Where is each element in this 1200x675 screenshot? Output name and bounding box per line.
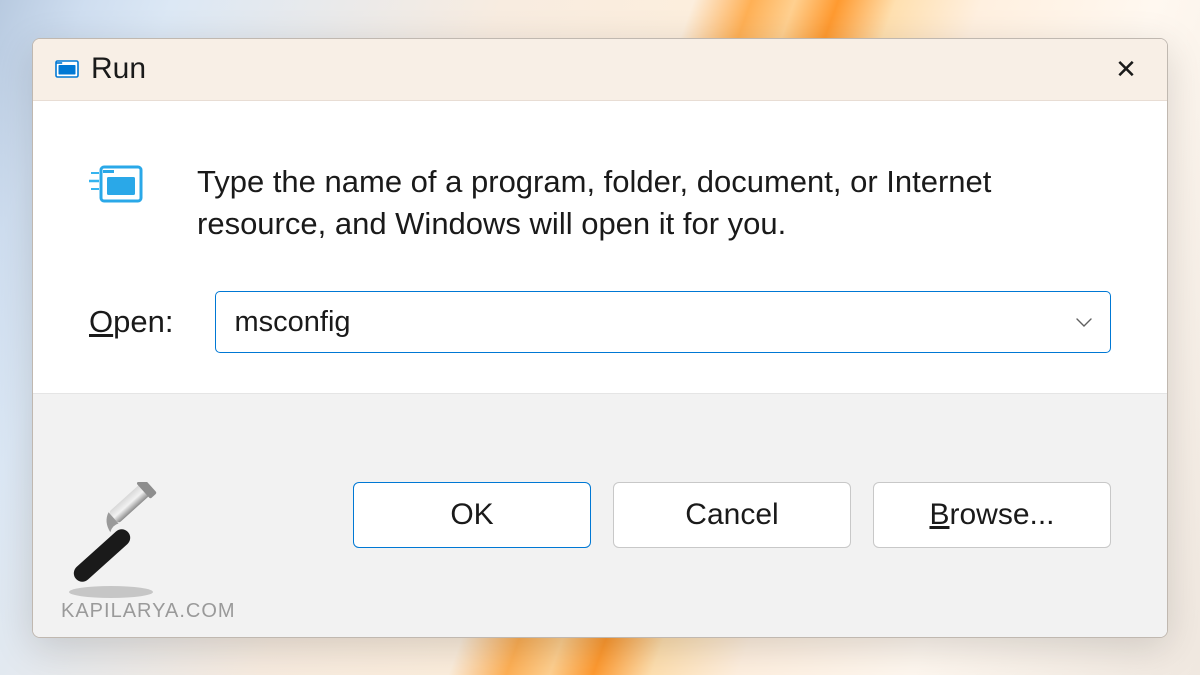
titlebar[interactable]: Run ✕ — [33, 39, 1167, 101]
description-text: Type the name of a program, folder, docu… — [197, 161, 1111, 247]
run-dialog: Run ✕ Type the name of a program, folder… — [32, 38, 1168, 638]
open-label: Open: — [89, 304, 173, 340]
open-input[interactable] — [234, 306, 1068, 339]
watermark-text: KAPILARYA.COM — [61, 600, 236, 623]
hammer-icon — [61, 482, 181, 600]
ok-button-label: OK — [450, 498, 493, 532]
ok-button[interactable]: OK — [353, 482, 591, 548]
titlebar-title: Run — [91, 52, 1103, 86]
browse-button[interactable]: Browse... — [873, 482, 1111, 548]
close-button[interactable]: ✕ — [1103, 46, 1149, 92]
cancel-button[interactable]: Cancel — [613, 482, 851, 548]
dialog-content: Type the name of a program, folder, docu… — [33, 101, 1167, 394]
open-combobox[interactable] — [215, 291, 1111, 353]
chevron-down-icon[interactable] — [1076, 312, 1092, 333]
cancel-button-label: Cancel — [685, 498, 778, 532]
watermark: KAPILARYA.COM — [61, 482, 236, 623]
open-input-row: Open: — [89, 291, 1111, 353]
browse-button-label: Browse... — [929, 498, 1054, 532]
run-icon — [55, 57, 79, 81]
description-row: Type the name of a program, folder, docu… — [89, 161, 1111, 247]
close-icon: ✕ — [1115, 56, 1137, 82]
run-dialog-icon — [89, 165, 143, 205]
dialog-footer: KAPILARYA.COM OK Cancel Browse... — [33, 393, 1167, 636]
